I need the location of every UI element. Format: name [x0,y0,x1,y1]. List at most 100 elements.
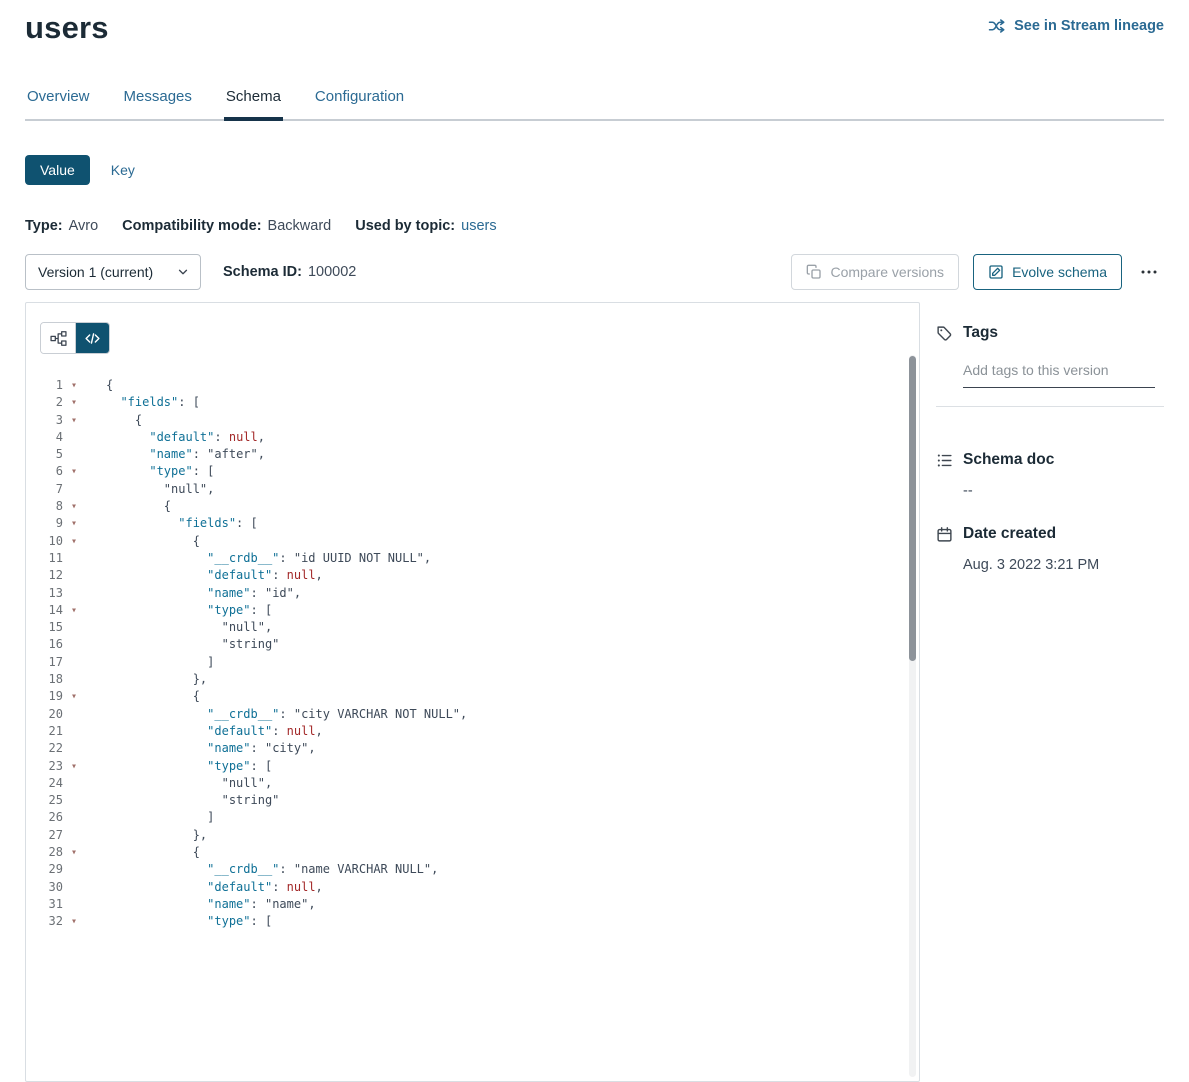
code-line: 20 "__crdb__": "city VARCHAR NOT NULL", [26,706,919,723]
editor-scrollbar-track[interactable] [909,355,916,1077]
fold-spacer [63,740,85,757]
code-line: 16 "string" [26,636,919,653]
compare-versions-button[interactable]: Compare versions [791,254,959,290]
code-text: "default": null, [85,723,323,740]
version-select-value: Version 1 (current) [38,264,153,280]
date-created-value: Aug. 3 2022 3:21 PM [963,557,1164,573]
line-number: 3 [26,412,63,429]
schema-doc-value: -- [963,483,1164,499]
tab-overview[interactable]: Overview [25,88,92,119]
code-text: "null", [85,481,214,498]
line-number: 6 [26,463,63,480]
code-text: { [85,533,200,550]
code-line: 22 "name": "city", [26,740,919,757]
fold-spacer [63,723,85,740]
fold-spacer [63,879,85,896]
line-number: 4 [26,429,63,446]
fold-toggle-icon[interactable]: ▾ [63,602,85,619]
fold-spacer [63,706,85,723]
fold-toggle-icon[interactable]: ▾ [63,377,85,394]
tab-configuration[interactable]: Configuration [313,88,406,119]
fold-toggle-icon[interactable]: ▾ [63,394,85,411]
code-line: 3▾ { [26,412,919,429]
fold-spacer [63,827,85,844]
fold-toggle-icon[interactable]: ▾ [63,412,85,429]
line-number: 30 [26,879,63,896]
line-number: 29 [26,861,63,878]
line-number: 11 [26,550,63,567]
fold-toggle-icon[interactable]: ▾ [63,533,85,550]
fold-spacer [63,585,85,602]
add-tags-input[interactable] [963,358,1155,388]
code-text: "__crdb__": "id UUID NOT NULL", [85,550,431,567]
fold-spacer [63,792,85,809]
stream-lineage-link[interactable]: See in Stream lineage [988,17,1164,35]
code-line: 18 }, [26,671,919,688]
code-view-button[interactable] [75,323,109,353]
schema-doc-title: Schema doc [963,451,1054,469]
tree-view-button[interactable] [41,323,75,353]
more-options-button[interactable] [1134,259,1164,285]
compatibility-value: Backward [268,218,332,234]
date-created-header: Date created [936,525,1164,543]
code-text: "name": "after", [85,446,265,463]
fold-toggle-icon[interactable]: ▾ [63,758,85,775]
code-line: 17 ] [26,654,919,671]
fold-spacer [63,896,85,913]
editor-scrollbar-thumb[interactable] [909,356,916,661]
fold-spacer [63,861,85,878]
fold-toggle-icon[interactable]: ▾ [63,844,85,861]
line-number: 16 [26,636,63,653]
code-line: 21 "default": null, [26,723,919,740]
line-number: 5 [26,446,63,463]
fold-toggle-icon[interactable]: ▾ [63,463,85,480]
chevron-down-icon [176,265,190,279]
line-number: 19 [26,688,63,705]
code-line: 9▾ "fields": [ [26,515,919,532]
code-text: { [85,688,200,705]
fold-spacer [63,567,85,584]
code-line: 7 "null", [26,481,919,498]
code-text: "default": null, [85,429,265,446]
calendar-icon [936,526,953,543]
code-text: "type": [ [85,602,272,619]
code-text: "null", [85,619,272,636]
evolve-schema-button[interactable]: Evolve schema [973,254,1122,290]
schema-page: users See in Stream lineage Overview Mess… [0,0,1189,916]
fold-toggle-icon[interactable]: ▾ [63,498,85,515]
code-text: ] [85,809,214,826]
code-view-icon [84,330,101,347]
line-number: 9 [26,515,63,532]
code-text: { [85,498,171,515]
stream-lineage-icon [988,17,1006,35]
tab-messages[interactable]: Messages [122,88,194,119]
key-toggle-button[interactable]: Key [96,155,150,185]
fold-spacer [63,775,85,792]
schema-sidebar: Tags Schema doc -- [920,302,1164,573]
date-created-title: Date created [963,525,1056,543]
line-number: 31 [26,896,63,913]
code-line: 28▾ { [26,844,919,861]
line-number: 22 [26,740,63,757]
fold-toggle-icon[interactable]: ▾ [63,515,85,532]
code-text: }, [85,827,207,844]
code-text: "type": [ [85,463,214,480]
version-select[interactable]: Version 1 (current) [25,254,201,290]
code-text: ] [85,654,214,671]
compare-versions-label: Compare versions [830,264,944,280]
code-line: 31 "name": "name", [26,896,919,913]
line-number: 2 [26,394,63,411]
value-toggle-button[interactable]: Value [25,155,90,185]
ellipsis-icon [1138,263,1160,281]
line-number: 1 [26,377,63,394]
version-toolbar: Version 1 (current) Schema ID: 100002 Co… [25,254,1164,290]
schema-id-label: Schema ID: [223,264,302,280]
fold-toggle-icon[interactable]: ▾ [63,688,85,705]
fold-spacer [63,429,85,446]
schema-editor-panel: 1▾{2▾ "fields": [3▾ {4 "default": null,5… [25,302,920,1082]
line-number: 17 [26,654,63,671]
tab-schema[interactable]: Schema [224,88,283,121]
line-number: 23 [26,758,63,775]
topic-link[interactable]: users [461,218,496,234]
schema-meta: Type: Avro Compatibility mode: Backward … [25,218,1164,234]
